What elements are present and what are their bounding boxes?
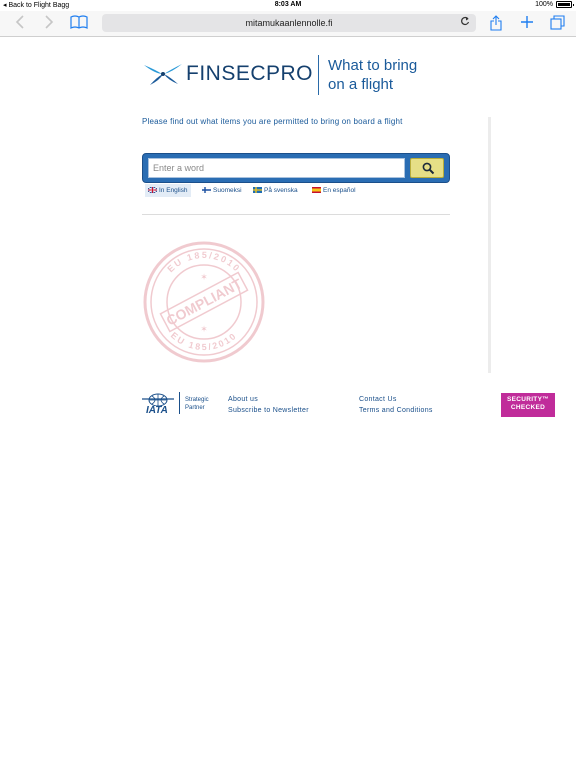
content-edge-shadow [488, 117, 491, 373]
about-us-link[interactable]: About us [228, 396, 258, 403]
tagline-line1: What to bring [328, 57, 418, 74]
reload-icon[interactable] [460, 14, 470, 32]
stamp-center-text: COMPLIANT [164, 275, 245, 328]
search-input[interactable] [148, 158, 405, 178]
badge-line1: SECURITY™ [506, 396, 550, 403]
finsecpro-logo-icon [144, 64, 182, 85]
finland-flag-icon [201, 185, 212, 194]
brand-name: FINSECPRO [186, 62, 314, 85]
sweden-flag-icon [253, 185, 262, 193]
badge-line2: CHECKED [510, 404, 546, 411]
search-box [142, 153, 450, 183]
battery-level-fill [558, 3, 570, 6]
compliant-stamp: EU 185/2010 EU 185/2010 ✶ ✶ COMPLIANT [142, 240, 266, 364]
language-swedish-label: På svenska [264, 187, 298, 194]
svg-text:EU 185/2010: EU 185/2010 [165, 250, 242, 274]
search-button[interactable] [410, 158, 444, 178]
iata-caption-line2: Partner [185, 405, 205, 411]
language-finnish-label: Suomeksi [213, 187, 242, 194]
language-spanish-label: En español [323, 187, 356, 194]
iata-divider [179, 392, 180, 414]
clock: 8:03 AM [274, 1, 302, 8]
content-divider [142, 214, 450, 215]
iata-caption: Strategic Partner [185, 396, 209, 412]
svg-text:✶: ✶ [200, 324, 208, 334]
search-icon [422, 162, 435, 175]
browser-toolbar: mitamukaanlennolle.fi [0, 11, 576, 37]
uk-flag-icon [147, 185, 158, 194]
terms-link[interactable]: Terms and Conditions [359, 407, 433, 414]
tagline: What to bring on a flight [328, 56, 417, 94]
language-finnish[interactable]: Suomeksi [199, 184, 245, 197]
bookmarks-icon[interactable] [69, 15, 89, 31]
language-english-label: In English [159, 187, 188, 194]
address-bar[interactable]: mitamukaanlennolle.fi [102, 14, 476, 32]
iata-partner-logo[interactable]: IATA Strategic Partner [142, 392, 212, 416]
status-bar: ◂ Back to Flight Bagg 8:03 AM 100% [0, 0, 576, 11]
forward-icon[interactable] [42, 15, 56, 31]
battery-percent: 100% [535, 1, 553, 8]
logo-divider [318, 55, 319, 95]
contact-us-link[interactable]: Contact Us [359, 396, 397, 403]
iata-text: IATA [146, 405, 168, 416]
language-english[interactable]: In English [145, 184, 191, 197]
iata-caption-line1: Strategic [185, 397, 209, 403]
tagline-line2: on a flight [328, 76, 394, 93]
language-spanish[interactable]: En español [309, 184, 359, 197]
back-icon[interactable] [13, 15, 27, 31]
spain-flag-icon [312, 185, 321, 193]
new-tab-icon[interactable] [519, 15, 535, 31]
newsletter-link[interactable]: Subscribe to Newsletter [228, 407, 309, 414]
url-text: mitamukaanlennolle.fi [245, 18, 333, 28]
stamp-ring-top: EU 185/2010 [165, 250, 240, 274]
security-checked-badge[interactable]: SECURITY™ CHECKED [501, 393, 555, 417]
battery-icon [556, 1, 574, 8]
site-logo[interactable]: FINSECPRO What to bring on a flight [142, 55, 442, 95]
svg-text:✶: ✶ [200, 272, 208, 282]
tabs-icon[interactable] [549, 15, 565, 31]
iata-globe-icon [142, 393, 174, 406]
language-swedish[interactable]: På svenska [250, 184, 301, 197]
battery-status: 100% [535, 1, 574, 8]
share-icon[interactable] [489, 15, 503, 31]
intro-text: Please find out what items you are permi… [142, 117, 403, 126]
